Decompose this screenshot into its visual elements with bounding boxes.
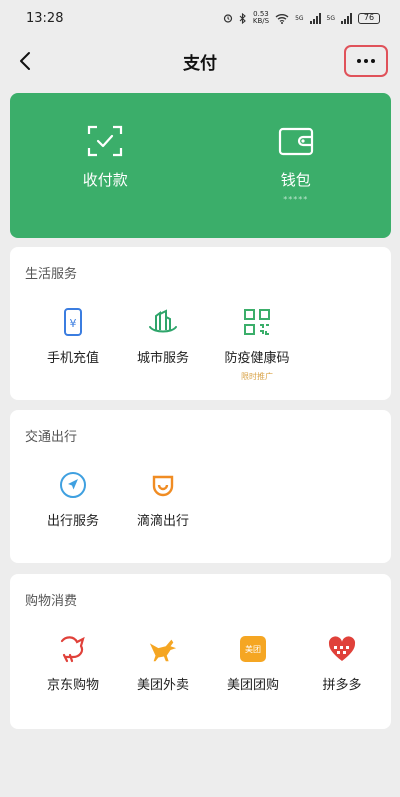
phone-recharge-button[interactable]: ¥ 手机充值: [28, 307, 118, 366]
city-service-button[interactable]: 城市服务: [118, 307, 208, 366]
item-label: 防疫健康码: [224, 351, 290, 366]
wallet-icon: [278, 127, 313, 156]
scan-check-icon: [88, 125, 123, 157]
alarm-icon: [223, 14, 232, 23]
promo-tag: 限时推广: [241, 372, 273, 381]
item-label: 京东购物: [46, 678, 99, 693]
meituan-kangaroo-icon: [148, 634, 178, 664]
wallet-balance-mask: *****: [283, 195, 309, 204]
item-label: 城市服务: [136, 351, 189, 366]
receive-pay-label: 收付款: [82, 171, 128, 189]
pinduoduo-icon: [327, 634, 357, 664]
health-code-icon: [242, 307, 272, 337]
item-label: 滴滴出行: [136, 514, 189, 529]
signal-icon-1: [309, 12, 321, 24]
item-label: 拼多多: [322, 678, 362, 693]
signal-icon-2: [341, 12, 352, 24]
back-button[interactable]: [8, 44, 42, 78]
jd-shopping-button[interactable]: 京东购物: [28, 634, 118, 693]
item-label: 手机充值: [46, 351, 99, 366]
status-bar: 13:28 0.53 KB/S 5G 5G 76: [0, 0, 400, 36]
nav-bar: 支付: [0, 38, 400, 84]
travel-service-button[interactable]: 出行服务: [28, 470, 118, 529]
jd-dog-icon: [58, 634, 88, 664]
pinduoduo-button[interactable]: 拼多多: [297, 634, 387, 693]
meituan-badge-text: 美团: [245, 644, 261, 654]
section-shopping: 购物消费 京东购物 美团外卖 美团 美团团购 拼多多: [10, 574, 391, 729]
meituan-icon: 美团: [238, 634, 268, 664]
status-time: 13:28: [26, 10, 64, 26]
network-speed: 0.53 KB/S: [252, 10, 270, 25]
more-dots-icon: [357, 59, 375, 63]
navigation-icon: [58, 470, 88, 500]
item-label: 出行服务: [46, 514, 99, 529]
didi-button[interactable]: 滴滴出行: [118, 470, 208, 529]
status-icons: 0.53 KB/S 5G 5G 76: [223, 11, 380, 25]
battery-icon: 76: [358, 12, 380, 24]
battery-level: 76: [363, 13, 375, 22]
item-label: 美团团购: [226, 678, 279, 693]
wallet-button[interactable]: 钱包 *****: [201, 93, 392, 238]
payment-hero-card: 收付款 钱包 *****: [10, 93, 391, 238]
signal-label-2: 5G: [326, 14, 335, 22]
bluetooth-icon: [239, 12, 246, 24]
item-label: 美团外卖: [136, 678, 189, 693]
page-title: 支付: [183, 53, 217, 74]
didi-icon: [148, 470, 178, 500]
section-transport: 交通出行 出行服务 滴滴出行: [10, 410, 391, 563]
signal-label-1: 5G: [295, 14, 304, 22]
phone-recharge-icon: ¥: [58, 307, 88, 337]
svg-text:¥: ¥: [70, 317, 77, 330]
wallet-label: 钱包: [280, 171, 311, 189]
health-code-button[interactable]: 防疫健康码 限时推广: [212, 307, 302, 382]
chevron-left-icon: [20, 52, 30, 70]
meituan-waimai-button[interactable]: 美团外卖: [118, 634, 208, 693]
city-service-icon: [148, 307, 178, 337]
receive-pay-button[interactable]: 收付款: [10, 93, 201, 238]
section-life-services: 生活服务 ¥ 手机充值 城市服务 防疫健康码 限时推广: [10, 247, 391, 400]
meituan-tuangou-button[interactable]: 美团 美团团购: [208, 634, 298, 693]
wifi-icon: [275, 13, 289, 24]
more-button[interactable]: [344, 45, 388, 77]
